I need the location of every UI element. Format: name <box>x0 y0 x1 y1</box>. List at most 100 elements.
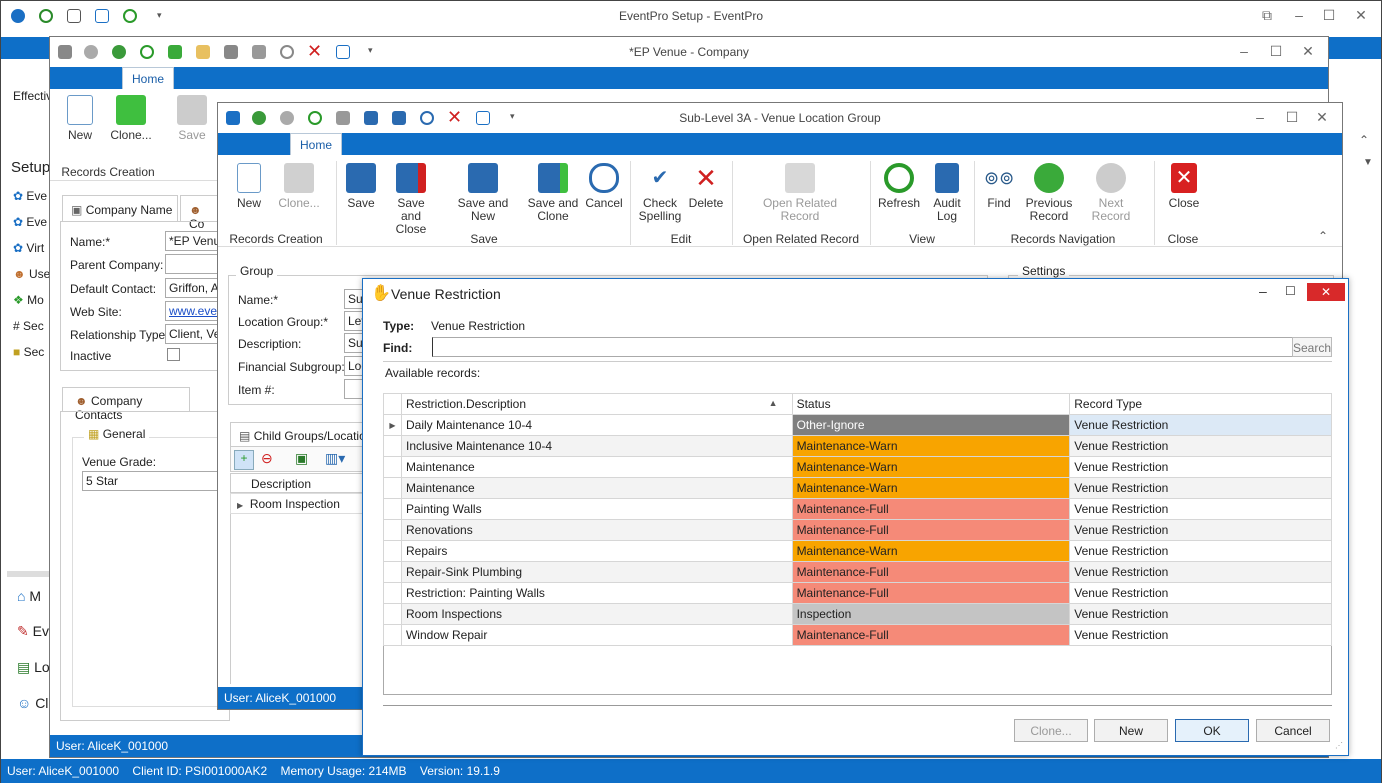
restriction-description-cell: Restriction: Painting Walls <box>400 582 793 604</box>
refresh-button[interactable]: Refresh <box>876 163 922 210</box>
next-record-button[interactable]: Next Record <box>1080 163 1142 223</box>
nav-item-3[interactable]: ☺ Cl <box>17 695 48 711</box>
restriction-description-cell: Daily Maintenance 10-4 <box>400 414 793 436</box>
sidebar-item-0[interactable]: ✿ Eve <box>13 189 47 203</box>
table-row[interactable]: Maintenance Maintenance-Warn Venue Restric… <box>383 456 1332 478</box>
refresh-icon <box>884 163 914 193</box>
restriction-description-cell: Repairs <box>400 540 793 562</box>
collapse-ribbon-icon[interactable]: ⌃ <box>1359 133 1369 147</box>
close-icon[interactable]: ✕ <box>1351 7 1371 24</box>
audit-log-button[interactable]: Audit Log <box>928 163 966 223</box>
close-icon[interactable]: ✕ <box>1298 43 1318 60</box>
venue-grade-select[interactable]: 5 Star <box>82 471 222 491</box>
search-button[interactable]: Search <box>1292 337 1332 357</box>
table-row[interactable]: Window Repair Maintenance-Full Venue Restr… <box>383 624 1332 646</box>
clone-button[interactable]: Clone... <box>1014 719 1088 742</box>
delete-icon: ✕ <box>695 163 717 193</box>
web-site-field[interactable]: www.even <box>165 301 225 321</box>
maximize-icon[interactable]: ☐ <box>1282 109 1302 126</box>
nav-item-2[interactable]: ▤ Lo <box>17 659 50 676</box>
table-row[interactable]: Painting Walls Maintenance-Full Venue Rest… <box>383 498 1332 520</box>
save-button[interactable]: Save <box>170 95 214 142</box>
sidebar-item-6[interactable]: ■ Sec <box>13 345 44 359</box>
ribbon-separator <box>974 161 975 245</box>
restore-icon[interactable]: ⧉ <box>1257 7 1277 24</box>
restriction-description-cell: Window Repair <box>400 624 793 646</box>
delete-button[interactable]: ✕ Delete <box>686 163 726 210</box>
minimize-icon[interactable]: – <box>1259 283 1267 299</box>
find-label: Find: <box>383 341 413 355</box>
sidebar-item-4[interactable]: ❖ Mo <box>13 293 44 307</box>
venue-grade-label: Venue Grade: <box>82 455 157 469</box>
copy-child-icon[interactable]: ▥▾ <box>325 450 345 467</box>
cancel-button[interactable]: Cancel <box>1256 719 1330 742</box>
new-button[interactable]: New <box>1094 719 1168 742</box>
column-header-description[interactable]: Restriction.Description ▲ <box>400 393 793 415</box>
table-row[interactable]: Inclusive Maintenance 10-4 Maintenance-Wa… <box>383 435 1332 457</box>
nav-item-0[interactable]: ⌂ M <box>17 588 41 604</box>
company-name-field[interactable]: *EP Venue <box>165 231 225 251</box>
close-icon[interactable]: ✕ <box>1312 109 1332 126</box>
cancel-button[interactable]: Cancel <box>584 163 624 210</box>
tab-home[interactable]: Home <box>122 67 174 89</box>
column-header-status[interactable]: Status <box>791 393 1071 415</box>
parent-company-field[interactable] <box>165 254 225 274</box>
child-grid-row[interactable]: ▶ Room Inspection <box>230 493 364 514</box>
table-row[interactable]: ▶ Daily Maintenance 10-4 Other-Ignore Venue… <box>383 414 1332 436</box>
maximize-icon[interactable]: ☐ <box>1266 43 1286 60</box>
table-row[interactable]: Maintenance Maintenance-Warn Venue Restric… <box>383 477 1332 499</box>
save-button[interactable]: Save <box>342 163 380 210</box>
minimize-icon[interactable]: – <box>1234 43 1254 59</box>
company-name-tab[interactable]: ▣ Company Name <box>62 195 178 221</box>
table-row[interactable]: Room Inspections Inspection Venue Restrict… <box>383 603 1332 625</box>
new-button[interactable]: New <box>228 163 270 210</box>
sidebar-item-1[interactable]: ✿ Eve <box>13 215 47 229</box>
inactive-checkbox[interactable] <box>167 348 180 361</box>
save-and-clone-button[interactable]: Save and Clone <box>526 163 580 223</box>
maximize-icon[interactable]: ☐ <box>1285 284 1296 298</box>
clone-button[interactable]: Clone... <box>274 163 324 210</box>
audit-icon <box>935 163 959 193</box>
default-contact-field[interactable]: Griffon, Al <box>165 278 225 298</box>
clone-button[interactable]: Clone... <box>106 95 156 142</box>
maximize-icon[interactable]: ☐ <box>1319 7 1339 24</box>
resize-grip-icon[interactable]: ⋰ <box>1335 741 1343 750</box>
close-icon[interactable]: ✕ <box>1307 283 1345 301</box>
table-row[interactable]: Renovations Maintenance-Full Venue Restric… <box>383 519 1332 541</box>
new-button[interactable]: New <box>60 95 100 142</box>
edit-child-icon[interactable]: ▣ <box>295 450 308 467</box>
co-tab[interactable]: ☻ Co <box>180 195 220 231</box>
column-header-record-type[interactable]: Record Type <box>1069 393 1332 415</box>
chevron-down-icon[interactable]: ▼ <box>1363 157 1373 168</box>
find-input[interactable] <box>432 337 1294 357</box>
remove-child-icon[interactable]: ⊖ <box>261 450 273 467</box>
child-groups-tab[interactable]: ▤ Child Groups/Location <box>230 422 364 446</box>
table-row[interactable]: Repair-Sink Plumbing Maintenance-Full Venu… <box>383 561 1332 583</box>
ok-button[interactable]: OK <box>1175 719 1249 742</box>
save-and-new-button[interactable]: Save and New <box>444 163 522 223</box>
sublevel-ribbon: New Clone... Records Creation Save Save … <box>218 155 1342 247</box>
relationship-type-field[interactable]: Client, Ven <box>165 324 225 344</box>
add-child-icon[interactable]: + <box>234 450 254 470</box>
minimize-icon[interactable]: – <box>1250 109 1270 125</box>
close-button[interactable]: ✕ Close <box>1162 163 1206 210</box>
sidebar-item-2[interactable]: ✿ Virt <box>13 241 44 255</box>
nav-item-1[interactable]: ✎ Ev <box>17 623 49 640</box>
check-spelling-button[interactable]: ✔ Check Spelling <box>636 163 684 223</box>
tab-home[interactable]: Home <box>290 133 342 155</box>
inactive-label: Inactive <box>70 349 112 363</box>
sidebar-item-5[interactable]: # Sec <box>13 319 44 333</box>
sidebar-item-3[interactable]: ☻ Use <box>13 267 50 281</box>
previous-record-button[interactable]: Previous Record <box>1024 163 1074 223</box>
status-cell: Maintenance-Full <box>791 498 1071 520</box>
records-grid: Restriction.Description ▲ Status Record T… <box>383 393 1332 646</box>
records-creation-group: Records Creation <box>61 165 155 179</box>
open-related-record-button[interactable]: Open Related Record <box>758 163 842 223</box>
table-row[interactable]: Repairs Maintenance-Warn Venue Restriction <box>383 540 1332 562</box>
company-contacts-tab[interactable]: ☻ Company Contacts <box>62 387 190 422</box>
find-button[interactable]: ⊚⊚ Find <box>980 163 1018 210</box>
save-and-close-button[interactable]: Save and Close <box>386 163 436 236</box>
table-row[interactable]: Restriction: Painting Walls Maintenance-F… <box>383 582 1332 604</box>
minimize-icon[interactable]: – <box>1289 7 1309 23</box>
collapse-ribbon-icon[interactable]: ⌃ <box>1318 229 1328 243</box>
